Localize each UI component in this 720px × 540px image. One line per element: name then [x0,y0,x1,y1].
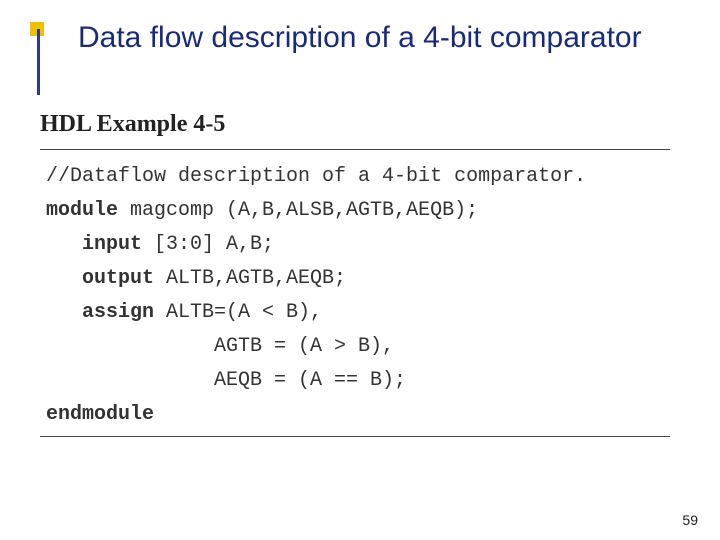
code-line: input [3:0] A,B; [30,228,680,262]
code-example: HDL Example 4-5 //Dataflow description o… [30,104,690,437]
example-header: HDL Example 4-5 [40,104,680,145]
keyword: output [82,267,154,290]
code-line: assign ALTB=(A < B), [30,296,680,330]
code-line: output ALTB,AGTB,AEQB; [30,262,680,296]
divider-bottom [40,436,670,437]
blue-bar-icon [37,29,40,95]
divider-top [40,149,670,150]
code-line: module magcomp (A,B,ALSB,AGTB,AEQB); [30,194,680,228]
keyword: endmodule [46,403,154,426]
slide: Data flow description of a 4-bit compara… [0,0,720,540]
code-line: AEQB = (A == B); [30,364,680,398]
code-line: endmodule [30,398,680,432]
slide-title: Data flow description of a 4-bit compara… [78,20,642,56]
title-bullet-icon [30,22,48,92]
code-line: //Dataflow description of a 4-bit compar… [30,160,680,194]
code-body: //Dataflow description of a 4-bit compar… [30,160,680,432]
keyword: input [82,233,142,256]
page-number: 59 [682,512,698,528]
keyword: assign [82,301,154,324]
code-line: AGTB = (A > B), [30,330,680,364]
title-area: Data flow description of a 4-bit compara… [30,20,690,92]
keyword: module [46,199,118,222]
